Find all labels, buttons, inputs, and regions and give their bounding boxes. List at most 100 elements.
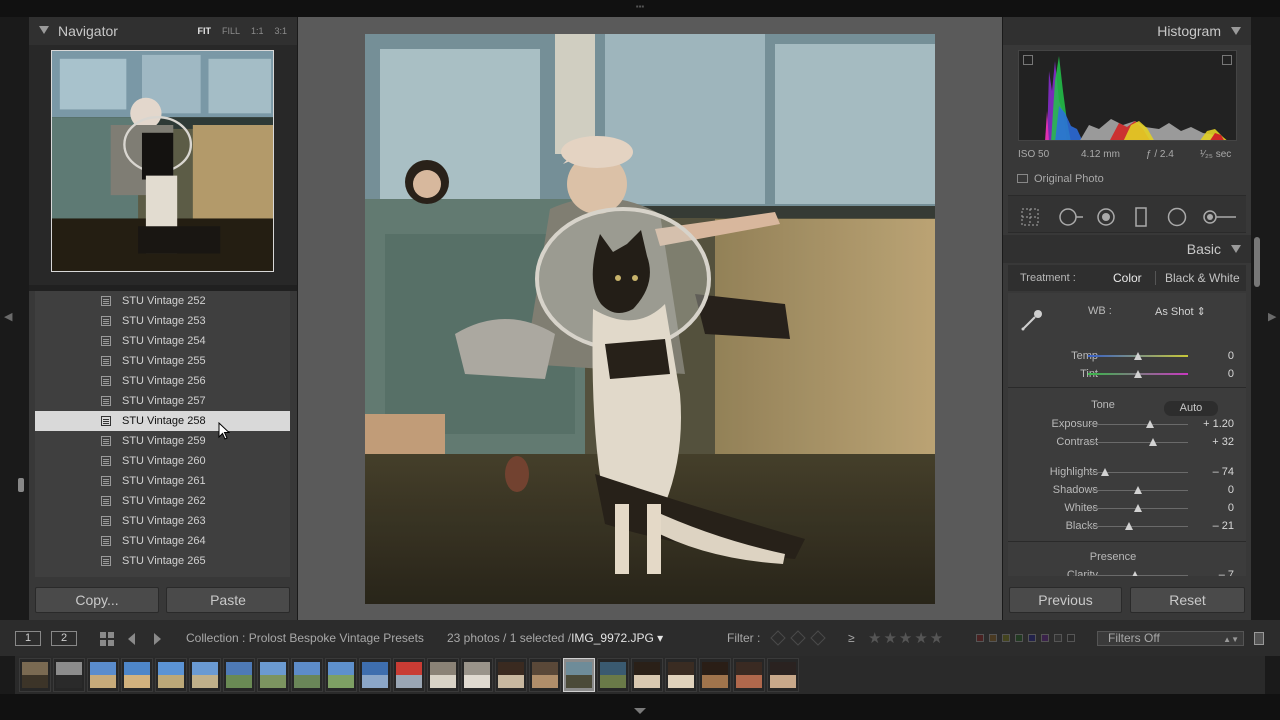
histogram-header[interactable]: Histogram <box>1003 17 1251 45</box>
navigator-header[interactable]: Navigator FIT FILL 1:1 3:1 <box>29 17 297 45</box>
preset-item[interactable]: STU Vintage 265 <box>35 551 290 571</box>
radial-filter-icon[interactable] <box>1167 207 1187 227</box>
previous-button[interactable]: Previous <box>1009 587 1122 613</box>
slider-value[interactable]: 0 <box>1228 350 1234 362</box>
right-panel-toggle-icon[interactable]: ▶ <box>1268 310 1276 326</box>
slider-track[interactable] <box>1088 442 1188 443</box>
filmstrip-thumbnail[interactable] <box>529 658 561 692</box>
preset-item[interactable]: STU Vintage 253 <box>35 311 290 331</box>
back-arrow-icon[interactable] <box>125 632 139 646</box>
adjustment-brush-icon[interactable] <box>1202 207 1238 227</box>
slider-thumb[interactable] <box>1134 352 1142 360</box>
slider-thumb[interactable] <box>1146 420 1154 428</box>
filmstrip-thumbnail[interactable] <box>393 658 425 692</box>
treatment-color-option[interactable]: Color <box>1113 271 1142 285</box>
slider-thumb[interactable] <box>1134 504 1142 512</box>
zoom-3-1[interactable]: 3:1 <box>274 26 287 36</box>
top-panel-toggle-strip[interactable]: ▪▪▪ <box>0 0 1280 17</box>
grid-view-icon[interactable] <box>99 631 115 647</box>
preset-item[interactable]: STU Vintage 261 <box>35 471 290 491</box>
slider-track[interactable] <box>1088 424 1188 425</box>
preset-item[interactable]: STU Vintage 252 <box>35 291 290 311</box>
slider-value[interactable]: 0 <box>1228 502 1234 514</box>
zoom-fit[interactable]: FIT <box>197 26 211 36</box>
filmstrip-thumbnail[interactable] <box>19 658 51 692</box>
slider-track[interactable] <box>1088 526 1188 527</box>
spot-removal-icon[interactable] <box>1058 207 1084 227</box>
color-label-filter[interactable] <box>976 634 1075 642</box>
bottom-panel-toggle-strip[interactable] <box>0 694 1280 720</box>
navigator-preview-image[interactable] <box>51 50 274 272</box>
right-scrollbar[interactable] <box>1254 237 1260 287</box>
histogram-graph[interactable] <box>1018 50 1237 141</box>
slider-value[interactable]: 0 <box>1228 484 1234 496</box>
filmstrip-thumbnail[interactable] <box>767 658 799 692</box>
wb-select[interactable]: As Shot ⇕ <box>1155 305 1206 318</box>
preset-item[interactable]: STU Vintage 264 <box>35 531 290 551</box>
original-photo-toggle[interactable]: Original Photo <box>1017 173 1104 185</box>
slider-thumb[interactable] <box>1131 571 1139 576</box>
left-panel-toggle-icon[interactable]: ◀ <box>4 310 12 326</box>
left-scrollbar[interactable] <box>18 478 24 492</box>
filmstrip-thumbnail[interactable] <box>53 658 85 692</box>
slider-thumb[interactable] <box>1125 522 1133 530</box>
current-filename[interactable]: IMG_9972.JPG ▾ <box>571 631 663 645</box>
filmstrip-thumbnail[interactable] <box>733 658 765 692</box>
slider-thumb[interactable] <box>1134 486 1142 494</box>
zoom-fill[interactable]: FILL <box>222 26 240 36</box>
window-2-button[interactable]: 2 <box>51 631 77 646</box>
filmstrip-thumbnail[interactable] <box>223 658 255 692</box>
preset-item[interactable]: STU Vintage 254 <box>35 331 290 351</box>
zoom-1-1[interactable]: 1:1 <box>251 26 264 36</box>
preset-item[interactable]: STU Vintage 259 <box>35 431 290 451</box>
slider-thumb[interactable] <box>1149 438 1157 446</box>
graduated-filter-icon[interactable] <box>1131 207 1151 227</box>
filmstrip-thumbnail[interactable] <box>631 658 663 692</box>
filmstrip-thumbnail[interactable] <box>155 658 187 692</box>
loupe-view[interactable] <box>298 17 1002 620</box>
slider-thumb[interactable] <box>1101 468 1109 476</box>
rating-filter-stars[interactable]: ★★★★★ <box>868 629 945 647</box>
filmstrip-thumbnail[interactable] <box>121 658 153 692</box>
preset-item[interactable]: STU Vintage 257 <box>35 391 290 411</box>
window-1-button[interactable]: 1 <box>15 631 41 646</box>
filmstrip-thumbnail[interactable] <box>291 658 323 692</box>
preset-item[interactable]: STU Vintage 262 <box>35 491 290 511</box>
filter-lock-icon[interactable] <box>1254 632 1264 645</box>
filmstrip-thumbnail[interactable] <box>359 658 391 692</box>
collapse-triangle-icon[interactable] <box>1231 245 1241 253</box>
slider-value[interactable]: – 21 <box>1213 520 1234 532</box>
treatment-bw-option[interactable]: Black & White <box>1165 271 1240 285</box>
preset-item[interactable]: STU Vintage 263 <box>35 511 290 531</box>
slider-thumb[interactable] <box>1134 370 1142 378</box>
slider-value[interactable]: – 74 <box>1213 466 1234 478</box>
red-eye-icon[interactable] <box>1096 207 1116 227</box>
filmstrip-thumbnail[interactable] <box>189 658 221 692</box>
forward-arrow-icon[interactable] <box>150 632 164 646</box>
preset-item[interactable]: STU Vintage 255 <box>35 351 290 371</box>
main-photo[interactable] <box>365 34 935 604</box>
filmstrip-thumbnail[interactable] <box>597 658 629 692</box>
slider-value[interactable]: + 1.20 <box>1203 418 1234 430</box>
copy-button[interactable]: Copy... <box>35 587 159 613</box>
filmstrip-thumbnail[interactable] <box>563 658 595 692</box>
filmstrip-thumbnail[interactable] <box>427 658 459 692</box>
preset-item[interactable]: STU Vintage 258 <box>35 411 290 431</box>
filmstrip-thumbnail[interactable] <box>461 658 493 692</box>
basic-header[interactable]: Basic <box>1003 235 1251 263</box>
flag-filter-icons[interactable] <box>770 630 828 646</box>
collapse-triangle-icon[interactable] <box>39 26 49 34</box>
filmstrip-thumbnail[interactable] <box>699 658 731 692</box>
rating-operator[interactable]: ≥ <box>848 631 855 645</box>
filmstrip-thumbnail[interactable] <box>495 658 527 692</box>
collapse-triangle-icon[interactable] <box>634 708 646 714</box>
preset-item[interactable]: STU Vintage 260 <box>35 451 290 471</box>
reset-button[interactable]: Reset <box>1130 587 1245 613</box>
slider-value[interactable]: – 7 <box>1219 569 1234 576</box>
filmstrip-thumbnail[interactable] <box>257 658 289 692</box>
filmstrip-thumbnail[interactable] <box>665 658 697 692</box>
filmstrip-thumbnail[interactable] <box>87 658 119 692</box>
collapse-triangle-icon[interactable] <box>1231 27 1241 35</box>
auto-tone-button[interactable]: Auto <box>1164 401 1218 416</box>
slider-value[interactable]: 0 <box>1228 368 1234 380</box>
